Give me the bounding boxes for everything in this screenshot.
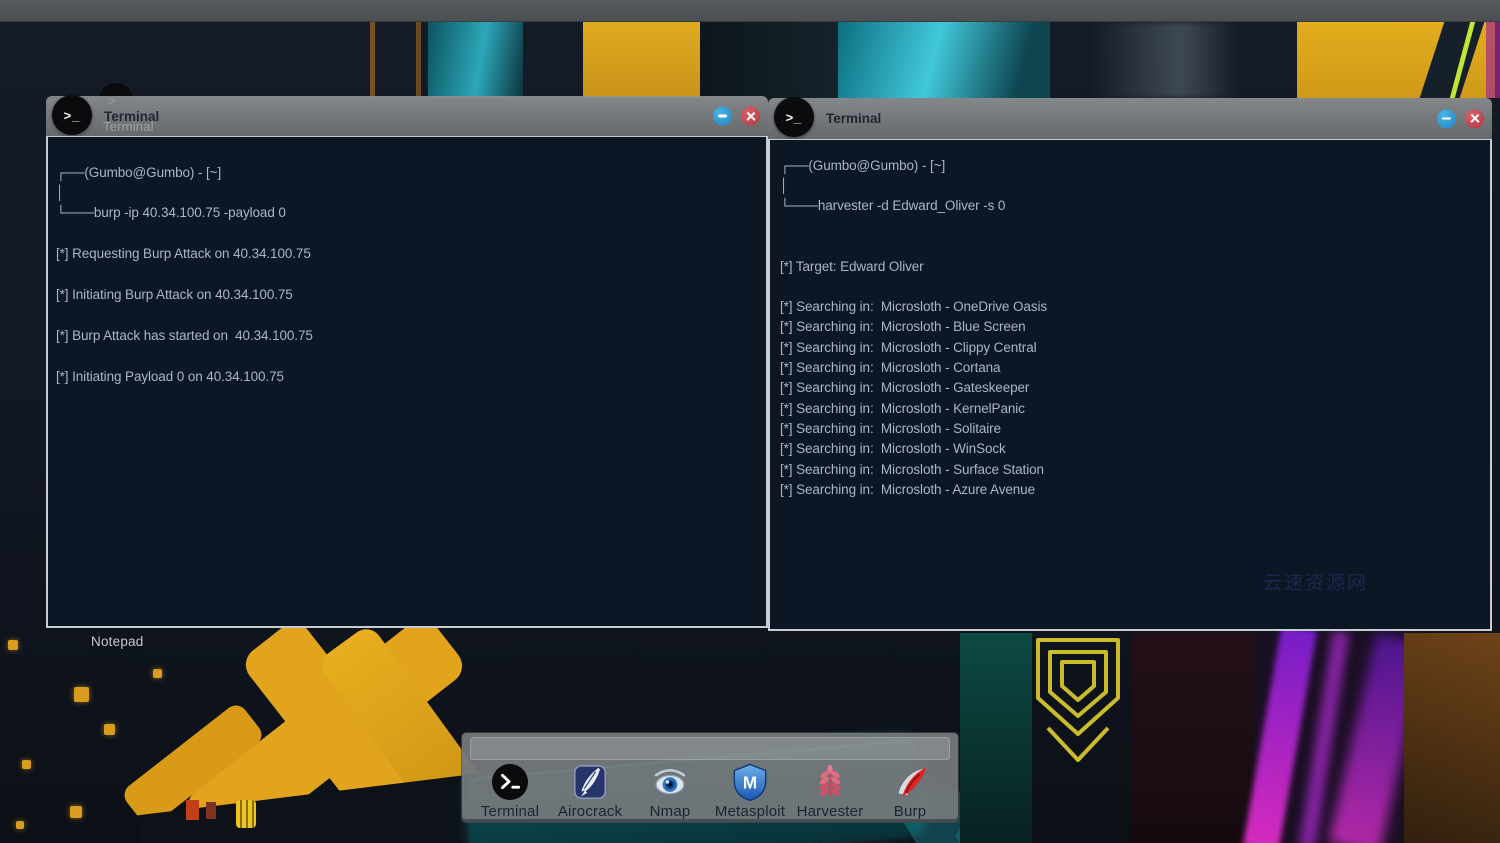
output-line: [*] Initiating Burp Attack on 40.34.100.… (56, 285, 766, 305)
terminal-window-left: >_ Terminal ┌──(Gumbo@Gumbo) - [~] │ └──… (46, 96, 768, 630)
dock-top-strip (470, 737, 950, 760)
bg-cyan-hair (838, 22, 1050, 98)
bg-dot (104, 724, 115, 735)
dock-item-metasploit[interactable]: M Metasploit (712, 763, 788, 820)
dock-label: Burp (894, 803, 927, 820)
burp-icon (891, 763, 929, 801)
dock-label: Airocrack (558, 803, 622, 820)
prompt-line: │ (780, 176, 1490, 196)
dock-label: Metasploit (715, 803, 785, 820)
bg-maroon-block (1132, 633, 1254, 843)
minimize-icon (1442, 117, 1451, 120)
dock-item-harvester[interactable]: Harvester (792, 763, 868, 820)
bg-orange-line (416, 22, 421, 98)
bg-dot (70, 806, 82, 818)
output-line: [*] Searching in: Microsloth - Surface S… (780, 460, 1490, 480)
minimize-icon (718, 115, 727, 118)
harvester-icon (811, 763, 849, 801)
output-line: [*] Requesting Burp Attack on 40.34.100.… (56, 244, 766, 264)
close-icon (1470, 114, 1480, 124)
bg-dot (74, 687, 89, 702)
right-window-title: Terminal (826, 111, 881, 126)
output-line: [*] Searching in: Microsloth - KernelPan… (780, 399, 1490, 419)
output-line: [*] Searching in: Microsloth - Blue Scre… (780, 317, 1490, 337)
bg-face-shadow (700, 22, 840, 98)
bg-cyan-hair (428, 22, 523, 98)
output-line: [*] Searching in: Microsloth - WinSock (780, 439, 1490, 459)
terminal-prompt-glyph: >_ (786, 110, 803, 125)
bg-yellow-block (583, 22, 700, 98)
dock: Terminal Airocrack (462, 733, 958, 822)
dock-label: Terminal (481, 803, 539, 820)
bg-gray-streak (1090, 22, 1240, 98)
minimize-button[interactable] (1437, 109, 1456, 128)
prompt-line: ┌──(Gumbo@Gumbo) - [~] (56, 163, 766, 183)
right-terminal-output-area[interactable]: ┌──(Gumbo@Gumbo) - [~] │ └───harvester -… (768, 139, 1492, 631)
desktop-notepad-icon-label[interactable]: Notepad (91, 634, 143, 649)
output-line: [*] Target: Edward Oliver (780, 257, 1490, 277)
close-button[interactable] (741, 107, 760, 126)
top-taskbar (0, 0, 1500, 22)
dock-item-nmap[interactable]: Nmap (632, 763, 708, 820)
left-window-titlebar[interactable]: >_ Terminal (46, 96, 768, 136)
terminal-window-right: >_ Terminal ┌──(Gumbo@Gumbo) - [~] │ └──… (768, 98, 1492, 633)
command-line: └───burp -ip 40.34.100.75 -payload 0 (56, 203, 766, 223)
output-line: [*] Searching in: Microsloth - OneDrive … (780, 297, 1490, 317)
prompt-line: │ (56, 183, 766, 203)
bg-red-chip (206, 802, 216, 819)
bg-orange-line (370, 22, 375, 98)
bg-dot (22, 760, 31, 769)
airocrack-icon (571, 763, 609, 801)
output-line: [*] Burp Attack has started on 40.34.100… (56, 326, 766, 346)
close-button[interactable] (1465, 109, 1484, 128)
dock-item-terminal[interactable]: Terminal (472, 763, 548, 820)
bg-dot (16, 821, 24, 829)
bg-red-chip (186, 800, 199, 820)
desktop-terminal-icon-label[interactable]: Terminal (103, 119, 154, 134)
close-icon (746, 111, 756, 121)
bg-dot (153, 669, 162, 678)
desktop: >_ Terminal Notepad >_ Terminal ┌──(Gumb… (0, 0, 1500, 843)
nmap-icon (651, 763, 689, 801)
bg-orange-block (1404, 633, 1500, 843)
dock-label: Nmap (650, 803, 691, 820)
watermark-text: 云速资源网 (1263, 568, 1368, 595)
terminal-app-icon: >_ (774, 97, 814, 137)
left-terminal-output-area[interactable]: ┌──(Gumbo@Gumbo) - [~] │ └───burp -ip 40… (46, 136, 768, 628)
terminal-prompt-glyph: >_ (64, 108, 81, 123)
right-window-titlebar[interactable]: >_ Terminal (768, 98, 1492, 139)
dock-item-airocrack[interactable]: Airocrack (552, 763, 628, 820)
output-line: [*] Searching in: Microsloth - Clippy Ce… (780, 338, 1490, 358)
search-results-block: [*] Searching in: Microsloth - OneDrive … (780, 297, 1490, 500)
bg-fist-emblem (236, 800, 256, 828)
prompt-line: ┌──(Gumbo@Gumbo) - [~] (780, 156, 1490, 176)
bg-dot (8, 640, 18, 650)
output-line: [*] Initiating Payload 0 on 40.34.100.75 (56, 367, 766, 387)
output-line: [*] Searching in: Microsloth - Solitaire (780, 419, 1490, 439)
metasploit-icon: M (731, 763, 769, 801)
svg-text:M: M (743, 774, 757, 793)
minimize-button[interactable] (713, 107, 732, 126)
command-line: └───harvester -d Edward_Oliver -s 0 (780, 196, 1490, 216)
output-line: [*] Searching in: Microsloth - Cortana (780, 358, 1490, 378)
dock-items: Terminal Airocrack (472, 763, 948, 820)
output-line: [*] Searching in: Microsloth - Azure Ave… (780, 480, 1490, 500)
bg-shield-emblem (1022, 636, 1134, 764)
dock-label: Harvester (797, 803, 864, 820)
dock-item-burp[interactable]: Burp (872, 763, 948, 820)
bg-magenta-edge (1486, 22, 1500, 98)
terminal-app-icon: >_ (52, 95, 92, 135)
output-line: [*] Searching in: Microsloth - Gateskeep… (780, 378, 1490, 398)
terminal-icon (491, 763, 529, 801)
